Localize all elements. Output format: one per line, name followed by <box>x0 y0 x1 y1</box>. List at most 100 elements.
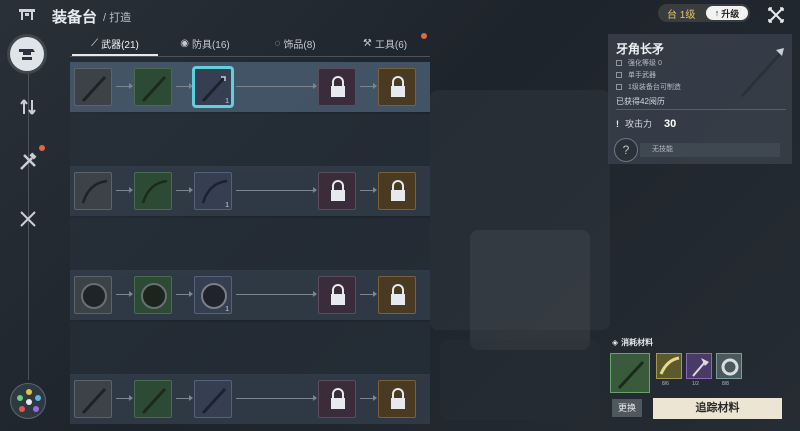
track-materials-button[interactable]: 追踪材料 <box>653 398 782 419</box>
bench-level-text: 台 1级 <box>667 9 696 21</box>
crossed-swords-icon <box>20 211 36 227</box>
shield-icon <box>141 283 167 309</box>
attack-stat: ! 攻击力 30 <box>616 117 676 130</box>
rail-dismantle-button[interactable] <box>14 93 42 121</box>
materials-title-text: 消耗材料 <box>621 338 654 347</box>
tab-label: 工具(6) <box>374 39 408 51</box>
tier2-item[interactable] <box>134 380 172 418</box>
tier4-item-locked[interactable] <box>318 276 356 314</box>
rail-forge-button[interactable] <box>10 37 44 71</box>
tab-accessories[interactable]: ◌ 饰品(8) <box>250 33 340 53</box>
skill-slot[interactable]: ? 无技能 <box>614 138 786 162</box>
spear-icon <box>617 360 645 390</box>
lock-icon <box>391 284 405 305</box>
arrow-connector <box>236 187 317 193</box>
tab-weapons[interactable]: ⟋ 武器(21) <box>70 33 160 56</box>
tier1-item[interactable] <box>74 276 112 314</box>
tier4-item-locked[interactable] <box>318 380 356 418</box>
tier4-item-locked[interactable] <box>318 172 356 210</box>
bench-icon <box>616 84 622 90</box>
material-slot[interactable] <box>686 353 712 379</box>
bow-icon <box>81 179 108 204</box>
close-icon[interactable] <box>766 5 786 25</box>
rail-combat-button[interactable] <box>14 205 42 233</box>
lock-icon <box>391 76 405 97</box>
material-count: 8/6 <box>662 381 669 387</box>
tab-label: 饰品(8) <box>283 39 316 51</box>
tab-tools[interactable]: ⚒ 工具(6) <box>340 33 430 53</box>
lock-icon <box>331 180 345 201</box>
item-count: 1 <box>225 306 229 313</box>
item-detail-panel: 牙角长矛 强化等级 0 单手武器 1级装备台可制造 已获得42阅历 ! 攻击力 … <box>608 34 792 164</box>
page-title: 装备台 <box>52 9 98 26</box>
bench-level-badge: 台 1级 ↑ 升级 <box>658 4 750 22</box>
divider <box>616 109 786 110</box>
arrow-connector <box>116 291 133 297</box>
tier2-item[interactable] <box>134 172 172 210</box>
spear-preview-icon <box>740 48 784 98</box>
materials-title: ◈ 消耗材料 <box>612 337 653 348</box>
tier2-item[interactable] <box>134 68 172 106</box>
top-bar: 装备台 / 打造 台 1级 ↑ 升级 <box>0 0 800 30</box>
element-wheel-button[interactable] <box>10 383 46 419</box>
sword-icon <box>141 387 167 415</box>
tier3-item[interactable]: 1 <box>194 276 232 314</box>
material-slot[interactable] <box>656 353 682 379</box>
workbench-icon[interactable] <box>18 7 36 21</box>
accessory-icon: ◌ <box>274 37 281 49</box>
dismantle-icon <box>20 99 36 115</box>
material-slot-main[interactable] <box>610 353 650 393</box>
diamond-icon: ◈ <box>612 338 619 347</box>
owned-text: 已获得42阅历 <box>616 97 665 106</box>
tier5-item-locked[interactable] <box>378 172 416 210</box>
material-slot[interactable] <box>716 353 742 379</box>
tier3-item[interactable] <box>194 380 232 418</box>
tool-icon: ⚒ <box>362 37 372 49</box>
arrow-connector <box>176 395 193 401</box>
upgrade-button[interactable]: ↑ 升级 <box>706 6 748 20</box>
tab-label: 防具(16) <box>191 39 230 51</box>
tier3-item-selected[interactable]: 1 <box>194 68 232 106</box>
item-count: 1 <box>225 98 229 105</box>
stat-text: 单手武器 <box>628 72 656 79</box>
tier3-item[interactable]: 1 <box>194 172 232 210</box>
arrow-connector <box>176 291 193 297</box>
row-spacer <box>70 114 430 169</box>
armor-icon: ◉ <box>180 37 189 49</box>
question-icon: ? <box>614 138 638 162</box>
lock-icon <box>331 388 345 409</box>
lock-icon <box>391 180 405 201</box>
tab-armor[interactable]: ◉ 防具(16) <box>160 33 250 53</box>
up-arrow-icon: ↑ <box>714 8 720 18</box>
skill-text: 无技能 <box>640 143 780 157</box>
swap-button[interactable]: 更换 <box>612 399 642 417</box>
stat-line: 1级装备台可制造 <box>616 82 681 92</box>
lock-icon <box>331 284 345 305</box>
tab-label: 武器(21) <box>101 39 139 51</box>
attack-label: 攻击力 <box>625 119 653 129</box>
bow-icon <box>141 179 168 204</box>
arrow-connector <box>360 395 377 401</box>
tier4-item-locked[interactable] <box>318 68 356 106</box>
arrow-connector <box>360 83 377 89</box>
rail-repair-button[interactable] <box>14 148 42 176</box>
tier5-item-locked[interactable] <box>378 380 416 418</box>
lock-icon <box>391 388 405 409</box>
sword-icon <box>201 387 227 415</box>
crafting-tree-list[interactable]: 1 1 1 <box>70 60 430 431</box>
enhance-icon <box>616 60 622 66</box>
tier1-item[interactable] <box>74 68 112 106</box>
arrow-connector <box>360 291 377 297</box>
hammer-wrench-icon <box>20 152 37 170</box>
arrow-connector <box>116 83 133 89</box>
tier1-item[interactable] <box>74 380 112 418</box>
element-wheel-icon <box>17 389 41 412</box>
tier5-item-locked[interactable] <box>378 68 416 106</box>
tier2-item[interactable] <box>134 276 172 314</box>
arrow-connector <box>116 187 133 193</box>
arrow-connector <box>236 83 317 89</box>
tier1-item[interactable] <box>74 172 112 210</box>
tier5-item-locked[interactable] <box>378 276 416 314</box>
category-tabs: ⟋ 武器(21) ◉ 防具(16) ◌ 饰品(8) ⚒ 工具(6) <box>70 33 430 56</box>
item-count: 1 <box>225 202 229 209</box>
